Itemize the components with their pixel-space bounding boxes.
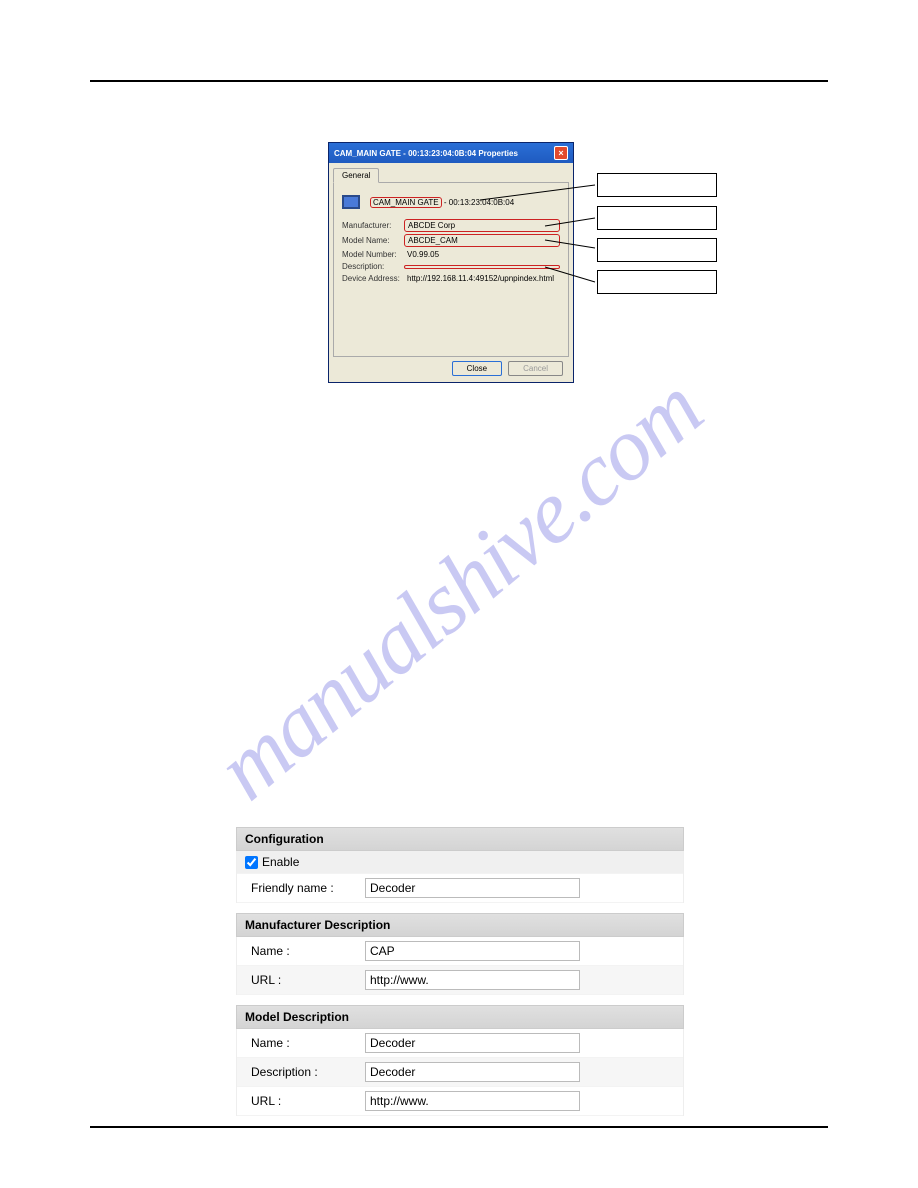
upnp-config-form: Configuration Enable Friendly name : Man… (236, 827, 684, 1126)
value-device-address: http://192.168.11.4:49152/upnpindex.html (404, 273, 560, 284)
label-model-description: Description : (245, 1065, 365, 1079)
callout-box-3 (597, 238, 717, 262)
input-manu-url[interactable] (365, 970, 580, 990)
label-model-name: Name : (245, 1036, 365, 1050)
cancel-button: Cancel (508, 361, 563, 376)
label-manu-name: Name : (245, 944, 365, 958)
row-manu-url: URL : (237, 966, 683, 995)
callout-box-2 (597, 206, 717, 230)
label-description: Description: (342, 262, 404, 271)
label-model-name: Model Name: (342, 236, 404, 245)
input-friendly-name[interactable] (365, 878, 580, 898)
input-model-url[interactable] (365, 1091, 580, 1111)
page-rule-top (90, 80, 828, 82)
value-manufacturer: ABCDE Corp (404, 219, 560, 232)
label-model-url: URL : (245, 1094, 365, 1108)
dialog-title-bar[interactable]: CAM_MAIN GATE - 00:13:23:04:0B:04 Proper… (329, 143, 573, 163)
tab-general[interactable]: General (333, 168, 379, 183)
section-configuration-header: Configuration (236, 827, 684, 851)
callout-box-4 (597, 270, 717, 294)
tab-pane-general: CAM_MAIN GATE - 00:13:23:04:0B:04 Manufa… (333, 183, 569, 357)
input-model-name[interactable] (365, 1033, 580, 1053)
input-manu-name[interactable] (365, 941, 580, 961)
enable-checkbox[interactable] (245, 856, 258, 869)
row-manu-name: Name : (237, 937, 683, 966)
device-icon (342, 193, 362, 211)
callout-box-1 (597, 173, 717, 197)
properties-dialog: CAM_MAIN GATE - 00:13:23:04:0B:04 Proper… (328, 142, 574, 383)
tab-bar: General (333, 167, 569, 183)
section-manufacturer-header: Manufacturer Description (236, 913, 684, 937)
row-friendly-name: Friendly name : (237, 874, 683, 903)
watermark-text: manualshive.com (197, 357, 721, 820)
device-mac: - 00:13:23:04:0B:04 (444, 198, 514, 207)
row-model-name: Name : (237, 1029, 683, 1058)
row-model-url: URL : (237, 1087, 683, 1116)
input-model-description[interactable] (365, 1062, 580, 1082)
section-model-header: Model Description (236, 1005, 684, 1029)
enable-label: Enable (262, 855, 299, 869)
label-model-number: Model Number: (342, 250, 404, 259)
label-device-address: Device Address: (342, 274, 404, 283)
value-description (404, 265, 560, 269)
label-manufacturer: Manufacturer: (342, 221, 404, 230)
dialog-title-text: CAM_MAIN GATE - 00:13:23:04:0B:04 Proper… (334, 149, 518, 158)
value-model-name: ABCDE_CAM (404, 234, 560, 247)
page-rule-bottom (90, 1126, 828, 1128)
label-manu-url: URL : (245, 973, 365, 987)
device-friendly-name: CAM_MAIN GATE (370, 197, 442, 208)
row-enable: Enable (237, 851, 683, 874)
row-model-description: Description : (237, 1058, 683, 1087)
close-icon[interactable]: × (554, 146, 568, 160)
close-button[interactable]: Close (452, 361, 502, 376)
value-model-number: V0.99.05 (404, 249, 560, 260)
label-friendly-name: Friendly name : (245, 881, 365, 895)
